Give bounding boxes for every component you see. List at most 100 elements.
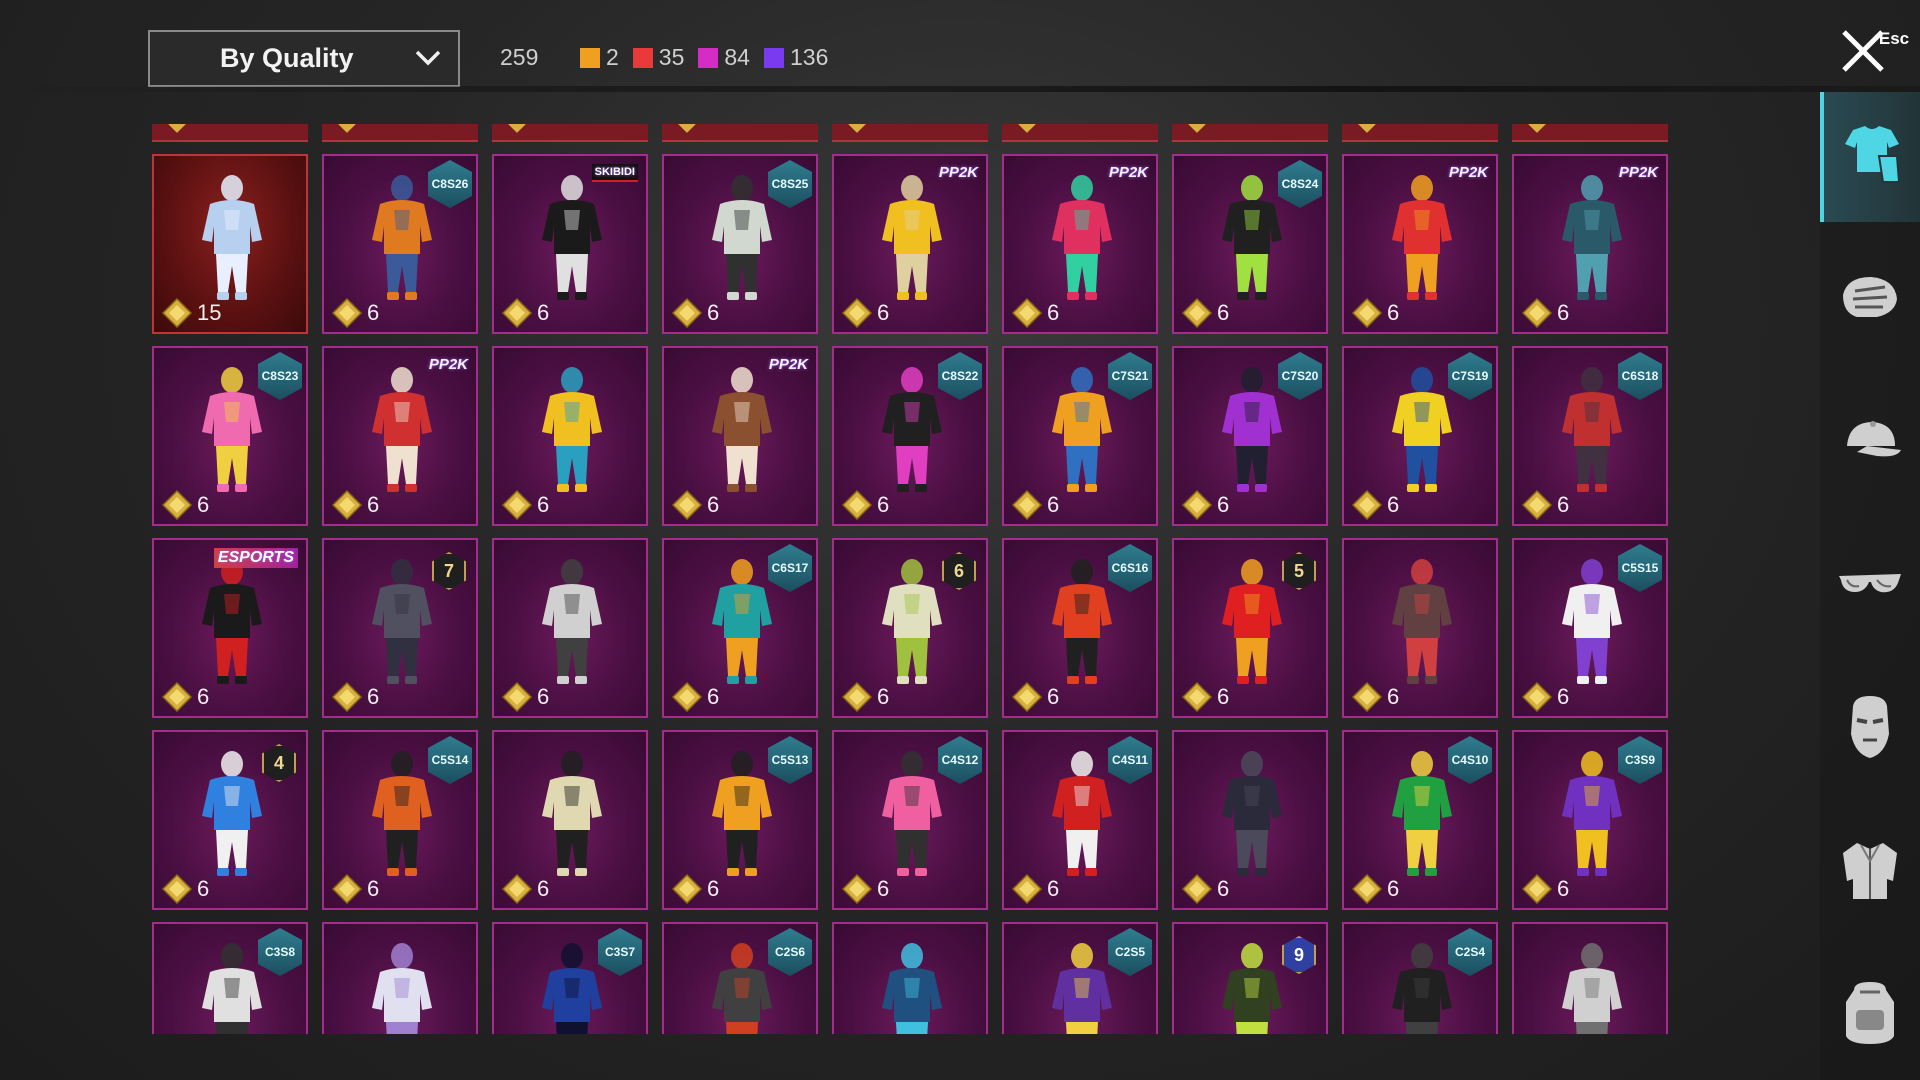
outfit-card[interactable]: C8S24 6 bbox=[1172, 154, 1328, 334]
outfit-card[interactable]: C6S18 6 bbox=[1512, 346, 1668, 526]
outfit-card[interactable]: PP2K 6 bbox=[662, 346, 818, 526]
outfit-card[interactable]: 9 bbox=[1172, 922, 1328, 1034]
item-count: 6 bbox=[877, 684, 890, 709]
item-price: 6 bbox=[1012, 298, 1059, 328]
quality-swatch bbox=[763, 47, 784, 68]
outfit-card[interactable]: C4S12 6 bbox=[832, 730, 988, 910]
coin-icon bbox=[332, 298, 362, 328]
coin-icon bbox=[1182, 682, 1212, 712]
item-price: 6 bbox=[1182, 874, 1229, 904]
outfit-card[interactable]: C2S6 bbox=[662, 922, 818, 1034]
outfit-card[interactable]: C4S10 6 bbox=[1342, 730, 1498, 910]
outfit-card[interactable]: C8S25 6 bbox=[662, 154, 818, 334]
coin-icon bbox=[502, 874, 532, 904]
outfit-card[interactable]: C3S7 bbox=[492, 922, 648, 1034]
outfit-card[interactable] bbox=[832, 922, 988, 1034]
item-count: 6 bbox=[707, 684, 720, 709]
outfit-card[interactable]: C3S9 6 bbox=[1512, 730, 1668, 910]
item-count: 6 bbox=[1387, 300, 1400, 325]
season-badge: PP2K bbox=[1448, 164, 1488, 181]
quality-count-value: 136 bbox=[789, 44, 829, 70]
sidebar-item-jacket[interactable] bbox=[1820, 807, 1920, 937]
coin-icon bbox=[1017, 124, 1037, 133]
outfit-card[interactable]: C2S4 bbox=[1342, 922, 1498, 1034]
outfit-icon bbox=[1222, 751, 1282, 876]
face-mask-icon bbox=[1845, 694, 1895, 765]
mask-icon bbox=[1837, 273, 1903, 328]
outfit-card[interactable]: 6 bbox=[1172, 730, 1328, 910]
outfit-card[interactable]: PP2K 6 bbox=[832, 154, 988, 334]
item-count: 6 bbox=[1557, 684, 1570, 709]
category-sidebar bbox=[1820, 92, 1920, 1080]
outfit-card[interactable]: C7S19 6 bbox=[1342, 346, 1498, 526]
outfit-card[interactable]: SKIBIDI 6 bbox=[492, 154, 648, 334]
outfit-card[interactable]: 4 6 bbox=[152, 730, 308, 910]
outfit-card[interactable]: C5S14 6 bbox=[322, 730, 478, 910]
quality-count-red: 35 bbox=[632, 44, 685, 71]
sidebar-item-glasses[interactable] bbox=[1820, 521, 1920, 651]
outfit-card[interactable]: C7S20 6 bbox=[1172, 346, 1328, 526]
outfit-card[interactable]: 6 bbox=[492, 730, 648, 910]
inventory-grid[interactable]: 15 C8S26 6 SKIBIDI 6 C8S25 6 PP2K 6 PP2K… bbox=[150, 124, 1670, 1034]
outfit-card[interactable]: C8S26 6 bbox=[322, 154, 478, 334]
outfit-card[interactable]: PP2K 6 bbox=[322, 346, 478, 526]
peek-card bbox=[492, 124, 648, 142]
outfit-card[interactable]: 5 6 bbox=[1172, 538, 1328, 718]
outfit-card[interactable]: 6 bbox=[492, 538, 648, 718]
item-price: 6 bbox=[672, 298, 719, 328]
outfit-card[interactable]: PP2K 6 bbox=[1002, 154, 1158, 334]
item-price: 6 bbox=[1012, 490, 1059, 520]
outfit-card[interactable]: C7S21 6 bbox=[1002, 346, 1158, 526]
outfit-card[interactable]: PP2K 6 bbox=[1512, 154, 1668, 334]
outfit-card[interactable]: C5S13 6 bbox=[662, 730, 818, 910]
coin-icon bbox=[1182, 874, 1212, 904]
outfit-card[interactable]: 7 6 bbox=[322, 538, 478, 718]
outfit-card[interactable]: C5S15 6 bbox=[1512, 538, 1668, 718]
outfit-card[interactable]: 6 6 bbox=[832, 538, 988, 718]
quality-counts: 2 35 84 136 bbox=[580, 44, 842, 71]
outfit-card[interactable] bbox=[1512, 922, 1668, 1034]
sidebar-item-mask[interactable] bbox=[1820, 235, 1920, 365]
item-price: 6 bbox=[332, 874, 379, 904]
sidebar-item-outfit[interactable] bbox=[1820, 92, 1920, 222]
sidebar-item-backpack[interactable] bbox=[1820, 950, 1920, 1080]
season-badge: PP2K bbox=[1618, 164, 1658, 181]
outfit-card[interactable]: C4S11 6 bbox=[1002, 730, 1158, 910]
coin-icon bbox=[1522, 682, 1552, 712]
coin-icon bbox=[1012, 874, 1042, 904]
item-price: 6 bbox=[162, 874, 209, 904]
item-price: 6 bbox=[332, 490, 379, 520]
item-price: 6 bbox=[1352, 682, 1399, 712]
outfit-card[interactable]: C2S5 bbox=[1002, 922, 1158, 1034]
outfit-card[interactable]: PP2K 6 bbox=[1342, 154, 1498, 334]
chevron-down-icon bbox=[415, 50, 441, 66]
outfit-card[interactable]: ESPORTS 6 bbox=[152, 538, 308, 718]
sort-dropdown[interactable]: By Quality bbox=[148, 30, 460, 87]
item-price: 6 bbox=[1012, 874, 1059, 904]
coin-icon bbox=[1522, 490, 1552, 520]
item-price: 6 bbox=[502, 298, 549, 328]
sidebar-item-face-mask[interactable] bbox=[1820, 664, 1920, 794]
item-count: 6 bbox=[367, 492, 380, 517]
outfit-icon bbox=[542, 367, 602, 492]
item-count: 6 bbox=[197, 492, 210, 517]
quality-count-value: 35 bbox=[658, 44, 685, 70]
coin-icon bbox=[1357, 124, 1377, 133]
jacket-icon bbox=[1837, 837, 1903, 908]
outfit-card[interactable]: C6S17 6 bbox=[662, 538, 818, 718]
outfit-card[interactable]: 6 bbox=[1342, 538, 1498, 718]
outfit-card[interactable]: 15 bbox=[152, 154, 308, 334]
item-count: 6 bbox=[1557, 876, 1570, 901]
outfit-card[interactable] bbox=[322, 922, 478, 1034]
outfit-card[interactable]: C8S23 6 bbox=[152, 346, 308, 526]
sidebar-item-cap[interactable] bbox=[1820, 378, 1920, 508]
coin-icon bbox=[1352, 298, 1382, 328]
season-badge: ESPORTS bbox=[213, 548, 298, 568]
outfit-card[interactable]: C3S8 bbox=[152, 922, 308, 1034]
outfit-card[interactable]: 6 bbox=[492, 346, 648, 526]
item-price: 6 bbox=[1182, 682, 1229, 712]
outfit-card[interactable]: C6S16 6 bbox=[1002, 538, 1158, 718]
esc-key-label: Esc bbox=[1878, 29, 1910, 48]
outfit-card[interactable]: C8S22 6 bbox=[832, 346, 988, 526]
close-button[interactable]: Esc bbox=[1832, 20, 1914, 76]
